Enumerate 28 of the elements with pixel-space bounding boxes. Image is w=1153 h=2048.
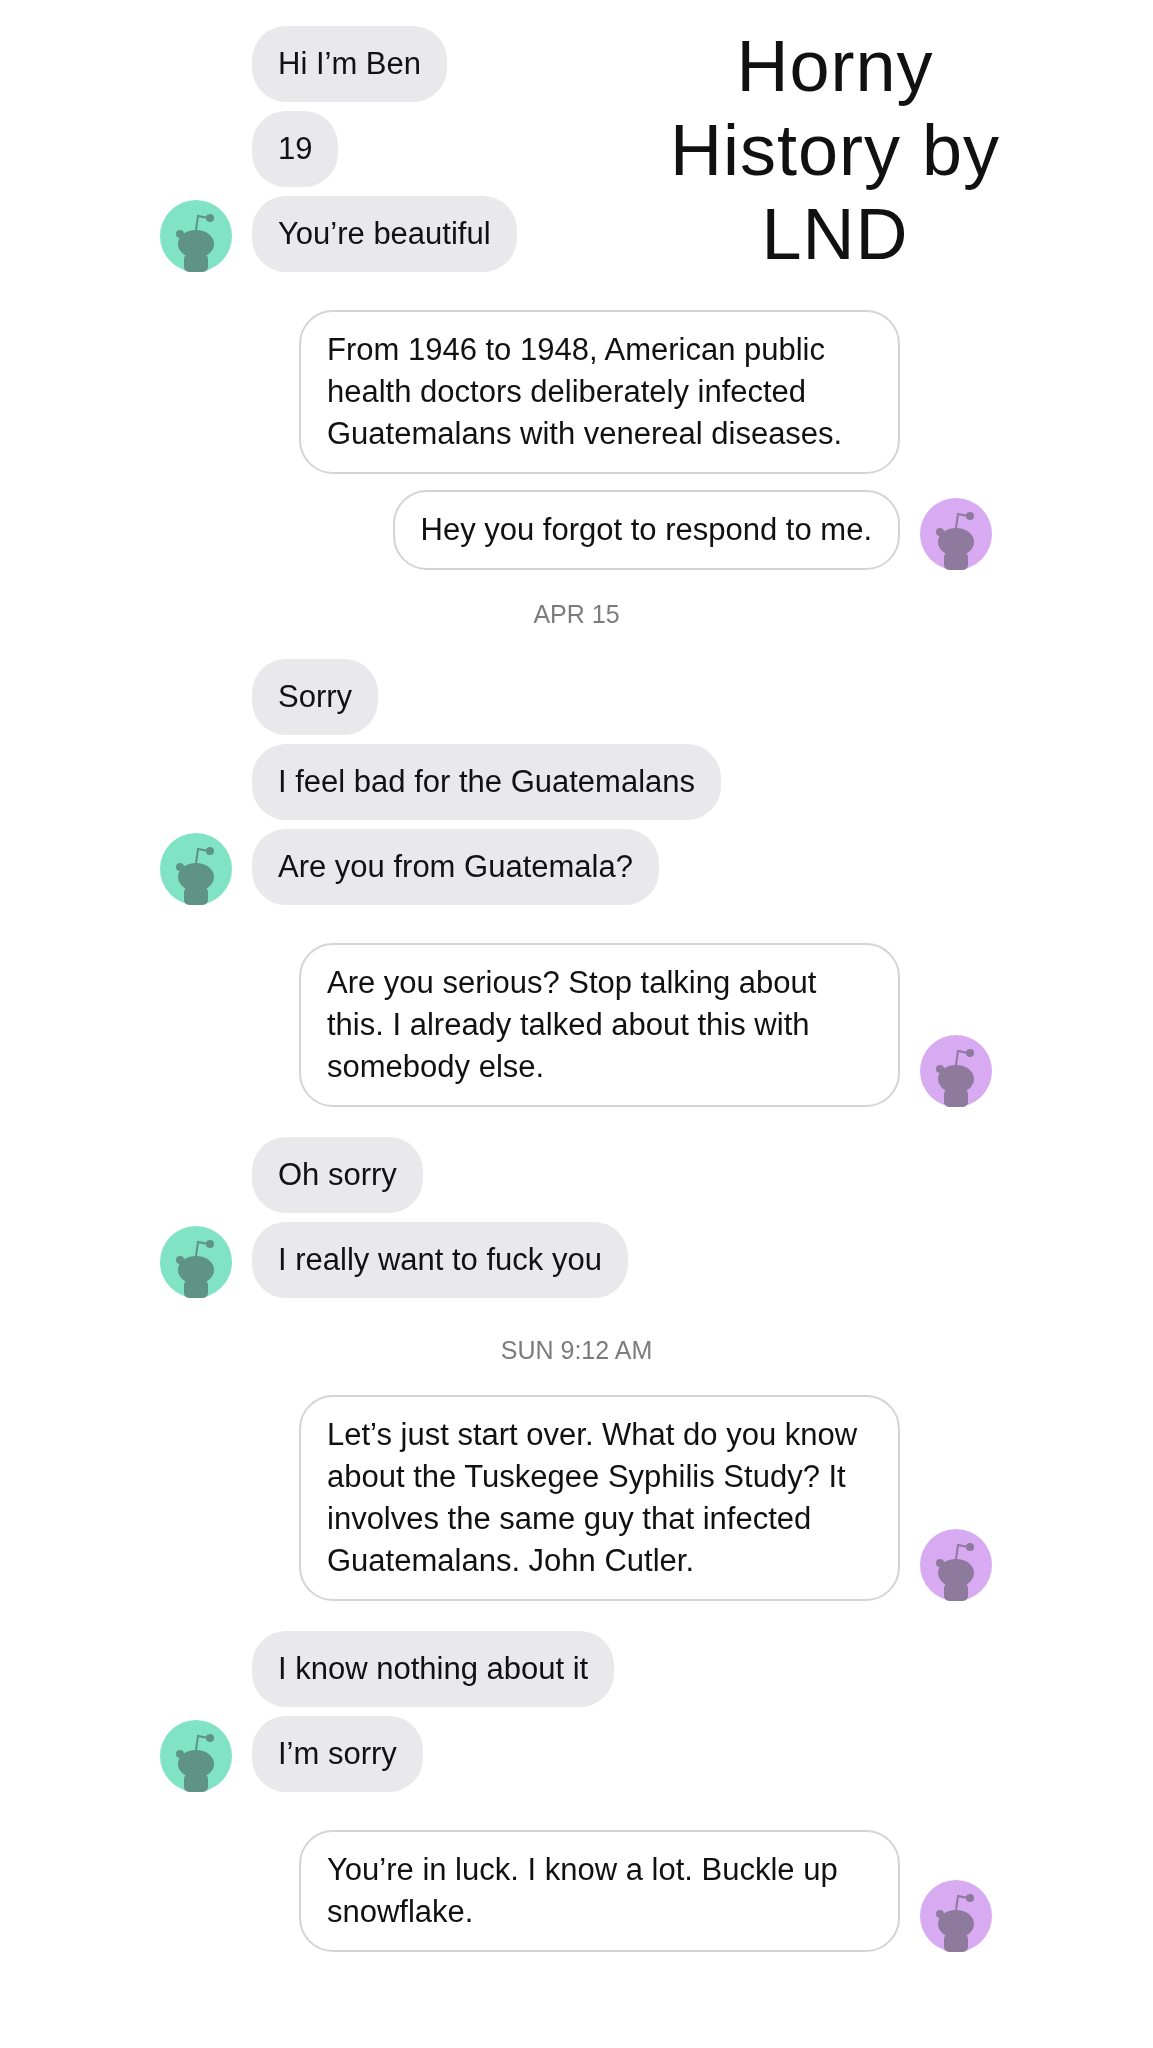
message-bubble: I really want to fuck you [252,1222,628,1298]
message-bubble: Are you from Guatemala? [252,829,659,905]
avatar-icon [920,1880,992,1952]
message-bubble: Let’s just start over. What do you know about the Tuskegee Syphilis Study? It involves the same guy that infected Guatemalans. John Cutler. [299,1395,900,1601]
message-bubble: Oh sorry [252,1137,423,1213]
message-bubble: You’re beautiful [252,196,517,272]
message-bubble: From 1946 to 1948, American public health doctors deliberately infected Guatemalans with venereal diseases. [299,310,900,474]
caption-title: Horny [736,25,934,108]
message-bubble: You’re in luck. I know a lot. Buckle up snowflake. [299,1830,900,1952]
avatar-icon [160,200,232,272]
message-bubble: I’m sorry [252,1716,423,1792]
avatar-icon [920,1035,992,1107]
message-bubble: Hey you forgot to respond to me. [392,490,900,570]
message-bubble: 19 [252,111,339,187]
avatar-icon [920,498,992,570]
avatar-icon [160,1226,232,1298]
avatar-icon [920,1529,992,1601]
message-bubble: Hi I’m Ben [252,26,447,102]
message-bubble: I feel bad for the Guatemalans [252,744,722,820]
message-bubble: I know nothing about it [252,1631,615,1707]
message-bubble: Sorry [252,659,379,735]
caption-title: LND [761,193,909,276]
avatar-icon [160,1720,232,1792]
timestamp: SUN 9:12 AM [499,1336,654,1365]
timestamp: APR 15 [532,600,621,629]
message-bubble: Are you serious? Stop talking about this. I already talked about this with somebody else. [299,943,900,1107]
avatar-icon [160,833,232,905]
caption-title: History by [669,109,1001,192]
